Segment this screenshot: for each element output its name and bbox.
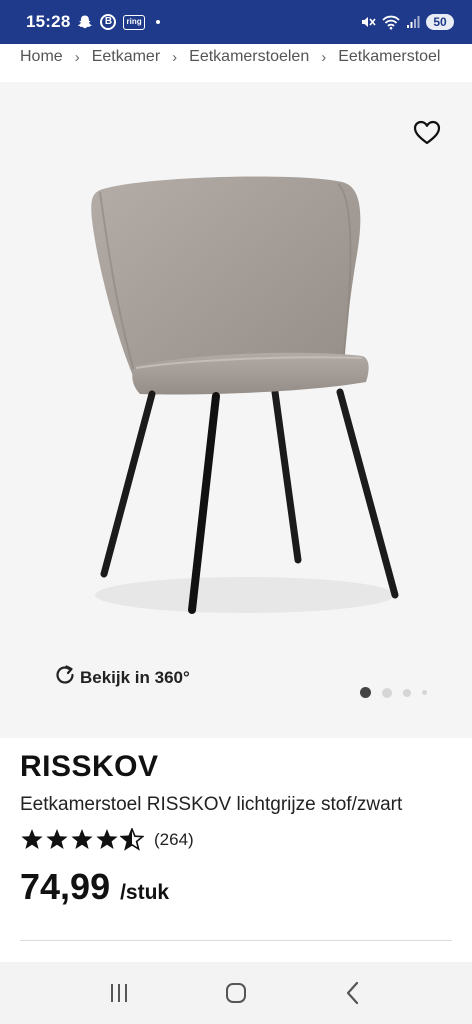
star-half-icon (120, 828, 144, 851)
star-full-icon (46, 829, 68, 849)
wifi-icon (382, 14, 400, 30)
star-full-icon (71, 829, 93, 849)
mute-icon (360, 14, 376, 30)
system-nav-bar (0, 962, 472, 1024)
gallery-dot[interactable] (422, 690, 427, 695)
product-title: Eetkamerstoel RISSKOV lichtgrijze stof/z… (20, 794, 403, 815)
b-badge-icon: B (100, 14, 117, 30)
status-bar: 15:28 B ring 50 (0, 0, 472, 44)
breadcrumb-eetkamer[interactable]: Eetkamer (92, 48, 160, 66)
gallery-dot-active[interactable] (360, 687, 371, 698)
home-icon[interactable] (216, 973, 256, 1013)
breadcrumb-eetkamerstoelen[interactable]: Eetkamerstoelen (189, 48, 309, 66)
price-unit: /stuk (120, 881, 170, 904)
breadcrumb-home[interactable]: Home (20, 48, 63, 66)
product-rating[interactable]: (264) (20, 828, 194, 851)
rating-count[interactable]: (264) (154, 830, 194, 850)
price-value: 74,99 (20, 866, 111, 907)
gallery-dot[interactable] (403, 688, 411, 697)
battery-icon: 50 (426, 14, 454, 30)
snapchat-icon (77, 14, 93, 30)
star-full-icon (96, 829, 118, 849)
signal-icon (406, 15, 420, 29)
back-icon[interactable] (333, 973, 373, 1013)
status-bar-right: 50 (360, 14, 454, 30)
star-full-icon (21, 829, 43, 849)
breadcrumb: Home › Eetkamer › Eetkamerstoelen › Eetk… (0, 44, 472, 70)
breadcrumb-separator: › (321, 48, 327, 66)
gallery-dot[interactable] (382, 687, 392, 698)
view-360-label: Bekijk in 360° (80, 667, 190, 687)
status-bar-left: 15:28 B ring (26, 12, 160, 32)
notification-dot-icon (155, 20, 160, 24)
breadcrumb-eetkamerstoel[interactable]: Eetkamerstoel (338, 48, 440, 66)
gallery-pagination (360, 687, 427, 698)
product-image (80, 170, 410, 620)
recent-apps-icon[interactable] (99, 973, 139, 1013)
status-time: 15:28 (26, 12, 71, 31)
heart-outline-icon[interactable] (412, 119, 442, 147)
product-price: 74,99 /stuk (20, 866, 169, 908)
breadcrumb-separator: › (74, 48, 80, 66)
divider (20, 940, 452, 941)
view-360-button[interactable]: Bekijk in 360° (54, 664, 190, 691)
rating-stars (20, 828, 144, 851)
product-brand: RISSKOV (20, 750, 159, 783)
rotate-360-icon (54, 664, 76, 691)
breadcrumb-separator: › (172, 48, 178, 66)
ring-icon: ring (123, 14, 145, 30)
